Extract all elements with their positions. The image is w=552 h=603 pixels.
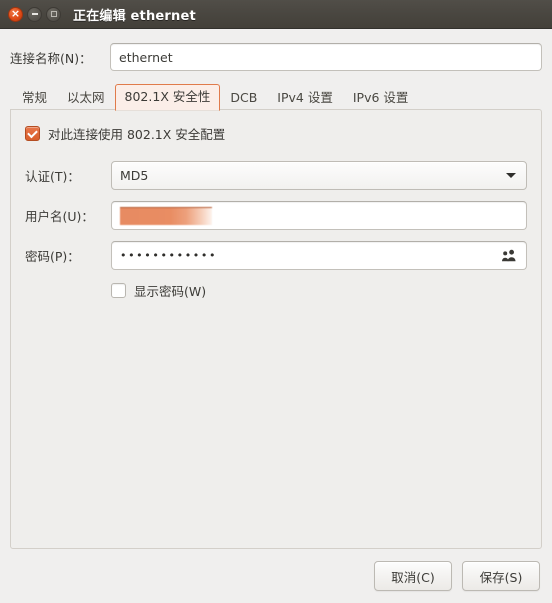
username-label: 用户名(U)： bbox=[25, 209, 94, 224]
username-redaction-overlay bbox=[120, 206, 212, 225]
close-glyph: × bbox=[10, 7, 21, 20]
enable-8021x-row[interactable]: 对此连接使用 802.1X 安全配置 bbox=[25, 124, 527, 143]
window-controls: × bbox=[8, 6, 61, 22]
connection-name-row: 连接名称(N)： ethernet bbox=[10, 43, 542, 71]
window-title: 正在编辑 ethernet bbox=[73, 8, 196, 24]
minimize-glyph bbox=[31, 13, 38, 15]
enable-8021x-label: 对此连接使用 802.1X 安全配置 bbox=[48, 127, 226, 142]
tab-ipv6-settings[interactable]: IPv6 设置 bbox=[343, 85, 419, 111]
settings-notebook: 常规 以太网 802.1X 安全性 DCB IPv4 设置 IPv6 设置 对此… bbox=[10, 83, 542, 549]
dialog-action-bar: 取消(C) 保存(S) bbox=[0, 549, 552, 603]
tab-ethernet[interactable]: 以太网 bbox=[57, 85, 115, 111]
username-row: 用户名(U)： bbox=[25, 201, 527, 230]
tab-dcb[interactable]: DCB bbox=[220, 85, 267, 111]
enable-8021x-checkbox[interactable] bbox=[25, 126, 40, 141]
authentication-label: 认证(T)： bbox=[25, 169, 80, 184]
password-row: 密码(P)： •••••••••••• bbox=[25, 241, 527, 270]
tab-8021x-security[interactable]: 802.1X 安全性 bbox=[114, 84, 221, 111]
authentication-select[interactable]: MD5 bbox=[111, 161, 527, 190]
editing-connection-dialog: 连接名称(N)： ethernet 常规 以太网 802.1X 安全性 DCB … bbox=[0, 29, 552, 549]
chevron-down-icon bbox=[506, 173, 516, 178]
password-value: •••••••••••• bbox=[120, 249, 218, 262]
authentication-row: 认证(T)： MD5 bbox=[25, 161, 527, 190]
show-password-row[interactable]: 显示密码(W) bbox=[111, 281, 527, 300]
tab-ipv4-settings[interactable]: IPv4 设置 bbox=[267, 85, 343, 111]
window-titlebar: × 正在编辑 ethernet bbox=[0, 0, 552, 29]
people-icon[interactable] bbox=[501, 249, 517, 263]
tab-general[interactable]: 常规 bbox=[12, 85, 57, 111]
cancel-button[interactable]: 取消(C) bbox=[374, 561, 452, 591]
save-button[interactable]: 保存(S) bbox=[462, 561, 540, 591]
password-label: 密码(P)： bbox=[25, 249, 80, 264]
show-password-checkbox[interactable] bbox=[111, 283, 126, 298]
connection-name-label: 连接名称(N)： bbox=[10, 50, 92, 66]
close-icon[interactable]: × bbox=[8, 6, 23, 22]
authentication-value: MD5 bbox=[120, 168, 149, 183]
maximize-icon[interactable] bbox=[46, 6, 61, 22]
connection-name-input[interactable]: ethernet bbox=[110, 43, 542, 71]
tab-panel-8021x-security: 对此连接使用 802.1X 安全配置 认证(T)： MD5 用户名(U)： 密码… bbox=[10, 109, 542, 549]
username-input[interactable] bbox=[111, 201, 527, 230]
tab-strip: 常规 以太网 802.1X 安全性 DCB IPv4 设置 IPv6 设置 bbox=[10, 83, 542, 111]
password-input[interactable]: •••••••••••• bbox=[111, 241, 527, 270]
maximize-glyph bbox=[50, 11, 57, 17]
show-password-label: 显示密码(W) bbox=[134, 284, 207, 299]
minimize-icon[interactable] bbox=[27, 6, 42, 22]
